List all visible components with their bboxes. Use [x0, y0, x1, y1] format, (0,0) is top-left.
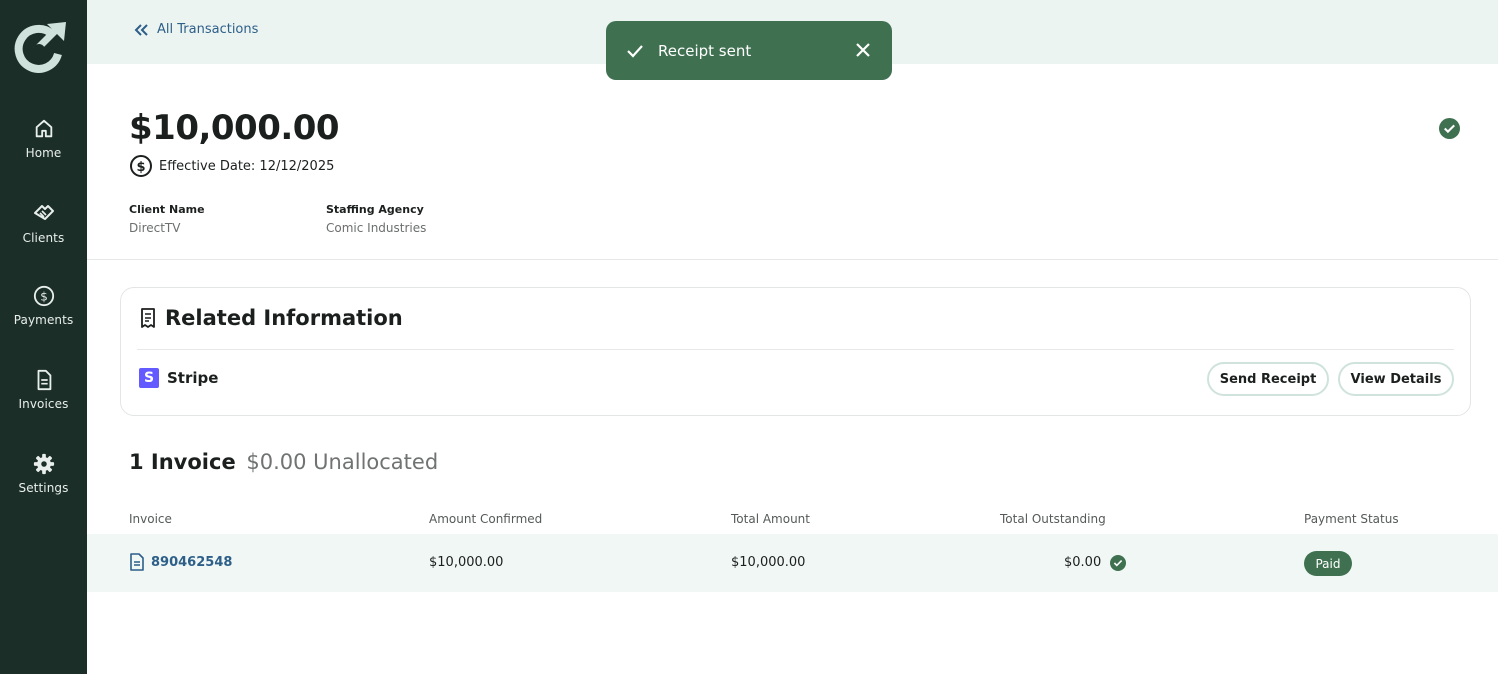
nav-item-payments[interactable]: $ Payments: [0, 285, 87, 327]
nav-item-settings[interactable]: Settings: [0, 453, 87, 495]
stripe-row: S Stripe: [139, 368, 218, 388]
invoice-count: 1 Invoice: [129, 450, 236, 474]
nav-item-home[interactable]: Home: [0, 118, 87, 160]
payment-status-badge: Paid: [1304, 551, 1352, 576]
invoice-number-link[interactable]: 890462548: [129, 553, 232, 571]
svg-text:$: $: [40, 290, 48, 304]
main-content: All Transactions Receipt sent $10,000.00…: [87, 0, 1498, 674]
nav-label-home: Home: [25, 146, 62, 160]
column-header-total-amount: Total Amount: [731, 512, 810, 526]
nav-label-invoices: Invoices: [18, 397, 69, 411]
unallocated-amount: $0.00 Unallocated: [246, 450, 439, 474]
nav-label-settings: Settings: [18, 481, 69, 495]
double-chevron-left-icon: [134, 23, 148, 36]
staffing-agency-label: Staffing Agency: [326, 203, 424, 216]
client-name-value: DirectTV: [129, 221, 181, 235]
back-link-label: All Transactions: [157, 22, 259, 37]
document-icon: [37, 369, 51, 391]
transaction-summary: $10,000.00 $ Effective Date: 12/12/2025 …: [87, 64, 1498, 260]
transaction-amount: $10,000.00: [129, 108, 340, 148]
amount-confirmed-cell: $10,000.00: [429, 555, 504, 570]
svg-text:$: $: [136, 160, 145, 175]
table-row: 890462548 $10,000.00 $10,000.00 $0.00 Pa…: [87, 534, 1498, 592]
client-name-label: Client Name: [129, 203, 205, 216]
effective-date-text: Effective Date: 12/12/2025: [159, 158, 335, 174]
column-header-amount-confirmed: Amount Confirmed: [429, 512, 543, 526]
back-to-transactions-link[interactable]: All Transactions: [133, 22, 258, 37]
dollar-circle-icon: $: [33, 285, 54, 307]
related-information-title: Related Information: [139, 306, 403, 330]
nav-label-clients: Clients: [22, 231, 65, 245]
dollar-circle-icon: $: [130, 155, 152, 177]
check-icon: [627, 44, 643, 58]
logo-icon[interactable]: [14, 20, 68, 74]
stripe-logo-icon: S: [139, 368, 159, 388]
invoice-number: 890462548: [151, 554, 233, 570]
nav-item-clients[interactable]: Clients: [0, 201, 87, 245]
status-check-icon: [1439, 118, 1460, 139]
nav-label-payments: Payments: [13, 313, 74, 327]
staffing-agency-value: Comic Industries: [326, 221, 427, 235]
related-information-heading: Related Information: [165, 306, 403, 330]
invoice-summary-heading: 1 Invoice $0.00 Unallocated: [129, 450, 438, 474]
receipt-icon: [141, 308, 155, 328]
column-header-total-outstanding: Total Outstanding: [1000, 512, 1106, 526]
toast-message: Receipt sent: [658, 41, 752, 60]
document-icon: [130, 553, 144, 571]
sidebar: Home Clients $ Payments Invoices Setting…: [0, 0, 87, 674]
handshake-icon: [33, 205, 54, 220]
column-header-invoice: Invoice: [129, 512, 172, 526]
card-divider: [137, 349, 1454, 350]
view-details-button[interactable]: View Details: [1338, 362, 1454, 396]
gear-icon: [33, 453, 54, 475]
send-receipt-button[interactable]: Send Receipt: [1207, 362, 1329, 396]
close-icon[interactable]: [854, 41, 872, 59]
column-header-payment-status: Payment Status: [1304, 512, 1399, 526]
total-amount-cell: $10,000.00: [731, 555, 806, 570]
stripe-label: Stripe: [167, 369, 219, 387]
outstanding-check-icon: [1110, 555, 1126, 571]
nav-item-invoices[interactable]: Invoices: [0, 369, 87, 411]
effective-date: $ Effective Date: 12/12/2025: [129, 154, 334, 178]
total-outstanding-cell: $0.00: [1064, 555, 1102, 570]
home-icon: [35, 119, 52, 138]
related-information-card: Related Information S Stripe Send Receip…: [120, 287, 1471, 416]
